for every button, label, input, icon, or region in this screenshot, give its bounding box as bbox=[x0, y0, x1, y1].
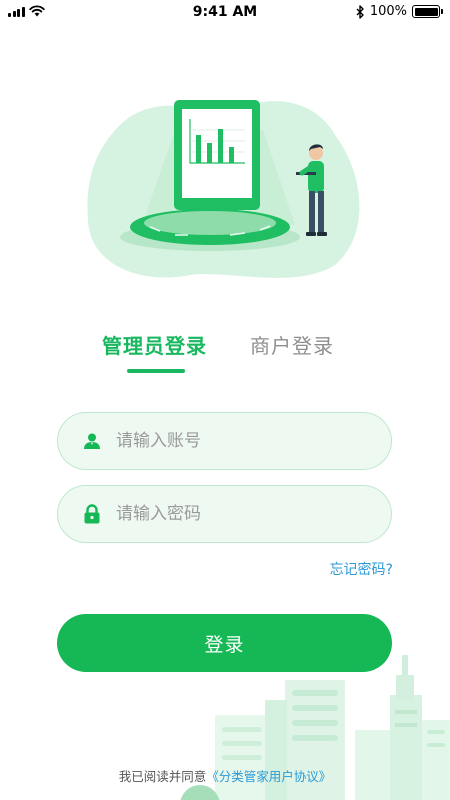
chart-bar bbox=[207, 143, 212, 163]
tab-merchant-login[interactable]: 商户登录 bbox=[250, 330, 334, 359]
active-tab-indicator bbox=[127, 369, 185, 373]
tablet-screen bbox=[182, 109, 252, 198]
user-agreement-link[interactable]: 《分类管家用户协议》 bbox=[206, 769, 331, 784]
status-bar: 9:41 AM 100% bbox=[0, 0, 450, 24]
password-input[interactable] bbox=[116, 504, 366, 524]
forgot-password-link[interactable]: 忘记密码? bbox=[330, 559, 393, 579]
battery-fill bbox=[414, 7, 438, 16]
battery-percent: 100% bbox=[369, 4, 407, 19]
platform-top bbox=[144, 211, 276, 235]
user-icon bbox=[82, 431, 102, 451]
status-right: 100% bbox=[356, 4, 443, 19]
tab-admin-login[interactable]: 管理员登录 bbox=[102, 330, 207, 359]
account-input[interactable] bbox=[116, 431, 366, 451]
chart-bar bbox=[229, 147, 234, 163]
agreement-prefix: 我已阅读并同意 bbox=[118, 769, 207, 784]
agreement-text: 我已阅读并同意《分类管家用户协议》 bbox=[0, 766, 450, 785]
bluetooth-icon bbox=[356, 4, 364, 19]
hero-illustration bbox=[87, 100, 360, 278]
chart-bar bbox=[218, 129, 223, 163]
login-tabs: 管理员登录 商户登录 bbox=[0, 330, 450, 380]
password-field[interactable] bbox=[57, 485, 392, 543]
battery-icon bbox=[412, 5, 443, 18]
chart-bar bbox=[196, 135, 201, 163]
account-field[interactable] bbox=[57, 412, 392, 470]
lock-icon bbox=[82, 504, 102, 524]
